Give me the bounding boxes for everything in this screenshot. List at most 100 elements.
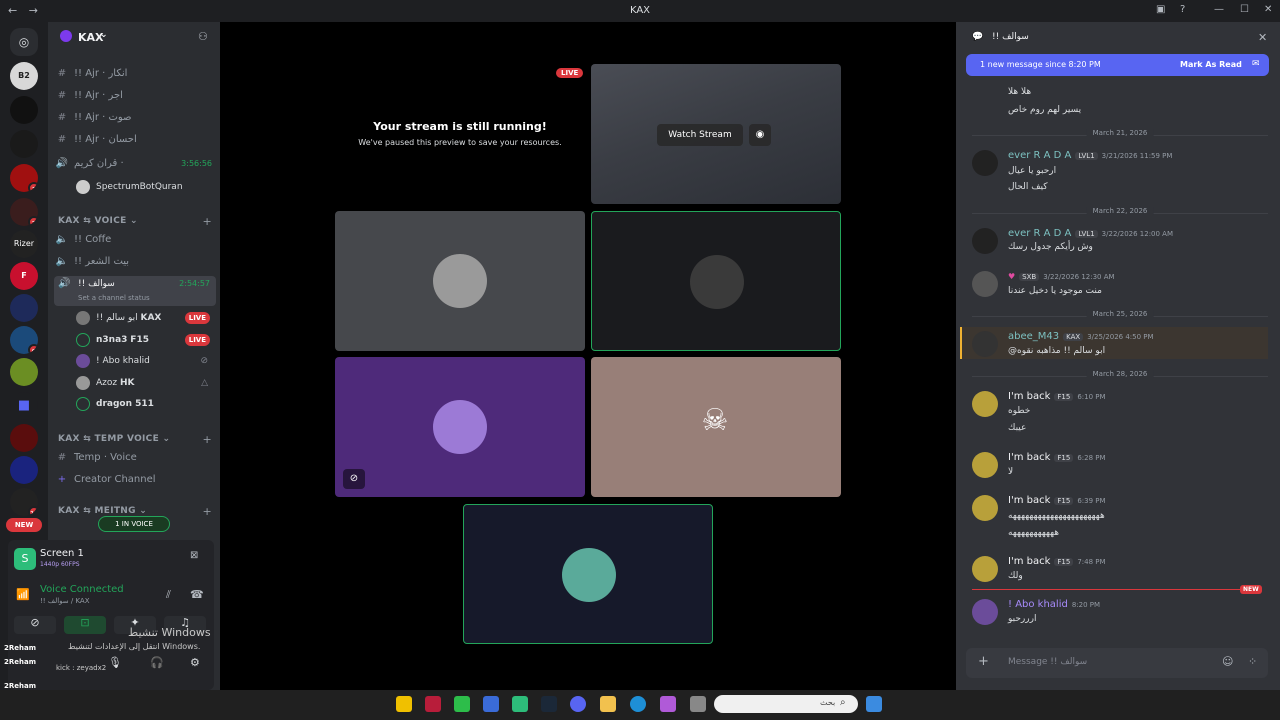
category-temp-voice[interactable]: KAX ⇆ TEMP VOICE ⌄ + — [58, 433, 218, 446]
guild-icon[interactable]: 9 — [10, 326, 38, 354]
inbox-icon[interactable]: ▣ — [1156, 4, 1165, 15]
avatar — [76, 179, 90, 194]
participant-tile[interactable]: ⊘ — [335, 357, 585, 497]
in-voice-pill[interactable]: 1 IN VOICE — [98, 516, 170, 532]
channel-text-4[interactable]: #!! Ajr · احسان — [54, 130, 216, 150]
date-divider: March 28, 2026 — [972, 370, 1268, 378]
task-view-icon[interactable] — [690, 696, 706, 712]
server-header[interactable]: KAX ⌄ ⚇ — [48, 22, 220, 54]
app-icon[interactable] — [512, 696, 528, 712]
channel-status[interactable]: Set a channel status — [78, 294, 150, 302]
add-attachment-icon[interactable]: + — [978, 654, 989, 669]
participant-tile-speaking[interactable] — [591, 211, 841, 351]
watch-stream-button[interactable]: Watch Stream — [657, 124, 743, 146]
taskbar-search[interactable]: بحث ⌕ — [714, 695, 858, 713]
new-messages-bar[interactable]: 1 new message since 8:20 PM Mark As Read… — [966, 54, 1269, 76]
message-line: هلا هلا — [1008, 87, 1032, 97]
discord-icon[interactable] — [570, 696, 586, 712]
search-input[interactable]: بحث — [820, 698, 835, 707]
headphones-icon[interactable]: 🎧 — [150, 656, 164, 669]
copilot-icon[interactable] — [660, 696, 676, 712]
settings-gear-icon[interactable]: ⚙ — [190, 656, 200, 669]
category-voice[interactable]: KAX ⇆ VOICE ⌄ + — [58, 215, 218, 228]
stream-preview-tile[interactable]: Watch Stream ◉ — [591, 64, 841, 204]
guild-icon[interactable]: 10 — [10, 488, 38, 516]
avatar — [433, 400, 487, 454]
guild-f[interactable]: F — [10, 262, 38, 290]
preview-eye-icon[interactable]: ◉ — [749, 124, 771, 146]
participant-tile-speaking[interactable] — [463, 504, 713, 644]
channel-voice-active[interactable]: 🔊 !! سوالف 2:54:57 Set a channel status — [54, 276, 216, 306]
folder-icon[interactable]: ■ — [10, 392, 38, 420]
start-icon[interactable] — [866, 696, 882, 712]
channel-voice-poetry[interactable]: 🔈!! بيت الشعر — [54, 252, 216, 272]
participant-tile[interactable] — [335, 211, 585, 351]
guild-icon[interactable] — [10, 96, 38, 124]
app-icon[interactable] — [483, 696, 499, 712]
disconnect-icon[interactable]: ☎ — [190, 588, 204, 601]
add-channel-icon[interactable]: + — [202, 215, 212, 228]
guild-icon[interactable] — [10, 424, 38, 452]
participant-tile[interactable]: ☠ — [591, 357, 841, 497]
voice-connected[interactable]: Voice Connected — [40, 584, 124, 595]
channel-voice-quran[interactable]: 🔊 قران كريم · 3:56:56 — [54, 154, 216, 174]
steam-icon[interactable] — [541, 696, 557, 712]
file-explorer-icon[interactable] — [600, 696, 616, 712]
channel-text-1[interactable]: #!! Ajr · انكار — [54, 64, 216, 84]
channel-text-2[interactable]: #!! Ajr · اجر — [54, 86, 216, 106]
guild-icon[interactable] — [10, 294, 38, 322]
voice-user-bot[interactable]: SpectrumBotQuran — [76, 178, 216, 196]
camera-off-button[interactable]: ⊘ — [14, 616, 56, 634]
guild-icon[interactable] — [10, 456, 38, 484]
edge-icon[interactable] — [630, 696, 646, 712]
guild-b2[interactable]: B2 — [10, 62, 38, 90]
voice-channel-link[interactable]: !! سوالف / KAX — [40, 597, 90, 605]
discord-home-icon[interactable]: ◎ — [10, 28, 38, 56]
new-badge[interactable]: NEW — [6, 518, 42, 532]
maximize-icon[interactable]: ☐ — [1240, 4, 1249, 15]
emoji-icon[interactable]: ☺ — [1222, 655, 1233, 668]
category-meeting[interactable]: KAX ⇆ MEITNG ⌄ + — [58, 505, 218, 518]
app-icon[interactable] — [454, 696, 470, 712]
apps-icon[interactable]: ⁘ — [1248, 655, 1257, 668]
mic-icon[interactable]: 🎙 — [108, 656, 122, 669]
mark-as-read-button[interactable]: Mark As Read — [1180, 60, 1242, 69]
voice-user[interactable]: n3na3 F15 LIVE — [76, 331, 216, 349]
guild-icon[interactable] — [10, 130, 38, 158]
message-input[interactable]: Message !! سوالف — [1008, 657, 1087, 667]
guild-icon[interactable]: 2 — [10, 198, 38, 226]
help-icon[interactable]: ? — [1180, 4, 1185, 15]
channel-creator[interactable]: + Creator Channel — [54, 470, 216, 490]
close-window-icon[interactable]: ✕ — [1264, 4, 1272, 15]
voice-user[interactable]: dragon 511 — [76, 395, 216, 413]
stop-stream-icon[interactable]: ⊠ — [190, 550, 198, 561]
channel-text-3[interactable]: #!! Ajr · صوت — [54, 108, 216, 128]
avatar — [433, 254, 487, 308]
channel-voice-coffe[interactable]: 🔈!! Coffe — [54, 230, 216, 250]
app-icon[interactable] — [396, 696, 412, 712]
guild-icon[interactable]: 1 — [10, 164, 38, 192]
message-line: ارررحبو — [1008, 614, 1037, 624]
avatar — [972, 556, 998, 582]
voice-user[interactable]: ! Abo khalid ⊘ — [76, 352, 216, 370]
hash-icon: # — [57, 134, 67, 145]
noise-suppression-icon[interactable]: ⫽ — [166, 588, 171, 602]
add-channel-icon[interactable]: + — [202, 433, 212, 446]
channel-temp-voice[interactable]: # Temp · Voice — [54, 448, 216, 468]
voice-user[interactable]: Azoz HK △ — [76, 374, 216, 392]
avatar — [972, 271, 998, 297]
screen-share-button[interactable]: ⊡ — [64, 616, 106, 634]
message-line: @ابو سالم !! مذاهبه نقوه — [1008, 346, 1106, 356]
message-composer[interactable]: + Message !! سوالف ☺ ⁘ — [966, 648, 1268, 678]
add-member-icon[interactable]: ⚇ — [198, 30, 208, 43]
guild-rizer[interactable]: Rizer — [10, 230, 38, 258]
overlay-kick: kick : zeyadx2 — [56, 664, 107, 672]
minimize-icon[interactable]: — — [1214, 4, 1224, 15]
add-channel-icon[interactable]: + — [202, 505, 212, 518]
signal-icon: 📶 — [16, 588, 30, 601]
voice-user[interactable]: !! ابو سالم KAX LIVE — [76, 309, 216, 327]
app-icon[interactable] — [425, 696, 441, 712]
guild-icon[interactable] — [10, 358, 38, 386]
close-icon[interactable]: ✕ — [1258, 31, 1267, 44]
screen-share-icon: S — [14, 548, 36, 570]
